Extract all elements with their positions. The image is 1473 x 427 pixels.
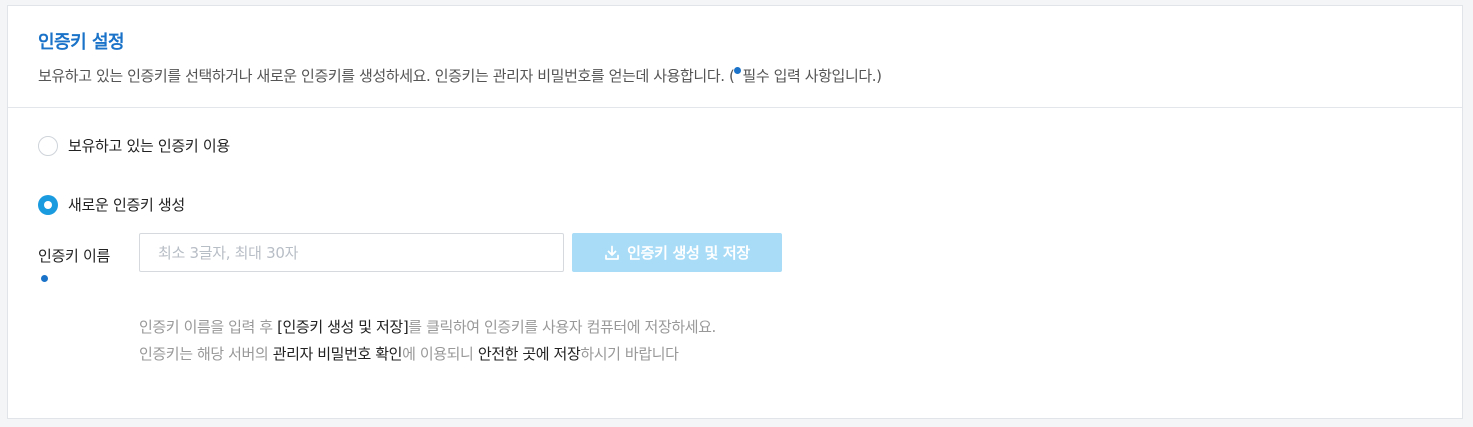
help-text-line-2: 인증키는 해당 서버의 관리자 비밀번호 확인에 이용되니 안전한 곳에 저장하… bbox=[139, 343, 679, 364]
help-text-line-1: 인증키 이름을 입력 후 [인증키 생성 및 저장]를 클릭하여 인증키를 사용… bbox=[139, 316, 716, 337]
required-dot-icon bbox=[41, 275, 48, 282]
download-icon bbox=[604, 245, 620, 261]
required-note: 필수 입력 사항입니다.) bbox=[742, 67, 882, 85]
radio-label-new[interactable]: 새로운 인증키 생성 bbox=[68, 194, 185, 215]
help-emphasis: 안전한 곳에 저장 bbox=[477, 345, 581, 363]
help-emphasis: [인증키 생성 및 저장] bbox=[277, 318, 409, 336]
help-text: 인증키 이름을 입력 후 bbox=[139, 318, 278, 336]
radio-checked-icon[interactable] bbox=[38, 194, 58, 215]
auth-key-settings-panel: 인증키 설정 보유하고 있는 인증키를 선택하거나 새로운 인증키를 생성하세요… bbox=[7, 5, 1463, 419]
section-description: 보유하고 있는 인증키를 선택하거나 새로운 인증키를 생성하세요. 인증키는 … bbox=[38, 65, 882, 86]
radio-use-existing-key[interactable]: 보유하고 있는 인증키 이용 bbox=[38, 135, 230, 156]
generate-button-label: 인증키 생성 및 저장 bbox=[627, 244, 750, 262]
description-text: 보유하고 있는 인증키를 선택하거나 새로운 인증키를 생성하세요. 인증키는 … bbox=[38, 67, 735, 85]
radio-unchecked-icon[interactable] bbox=[38, 135, 58, 156]
key-name-label: 인증키 이름 bbox=[38, 247, 110, 265]
help-text: 에 이용되니 bbox=[402, 345, 478, 363]
help-text: 를 클릭하여 인증키를 사용자 컴퓨터에 저장하세요. bbox=[408, 318, 716, 336]
radio-create-new-key[interactable]: 새로운 인증키 생성 bbox=[38, 194, 185, 215]
radio-label-existing[interactable]: 보유하고 있는 인증키 이용 bbox=[68, 135, 230, 156]
help-text: 인증키는 해당 서버의 bbox=[139, 345, 273, 363]
help-text: 하시기 바랍니다 bbox=[580, 345, 679, 363]
section-title: 인증키 설정 bbox=[38, 32, 125, 53]
panel-header: 인증키 설정 보유하고 있는 인증키를 선택하거나 새로운 인증키를 생성하세요… bbox=[8, 6, 1462, 108]
key-name-input[interactable] bbox=[139, 233, 564, 272]
required-dot-icon bbox=[734, 67, 742, 74]
help-emphasis: 관리자 비밀번호 확인 bbox=[272, 345, 403, 363]
generate-and-save-key-button[interactable]: 인증키 생성 및 저장 bbox=[572, 233, 782, 272]
